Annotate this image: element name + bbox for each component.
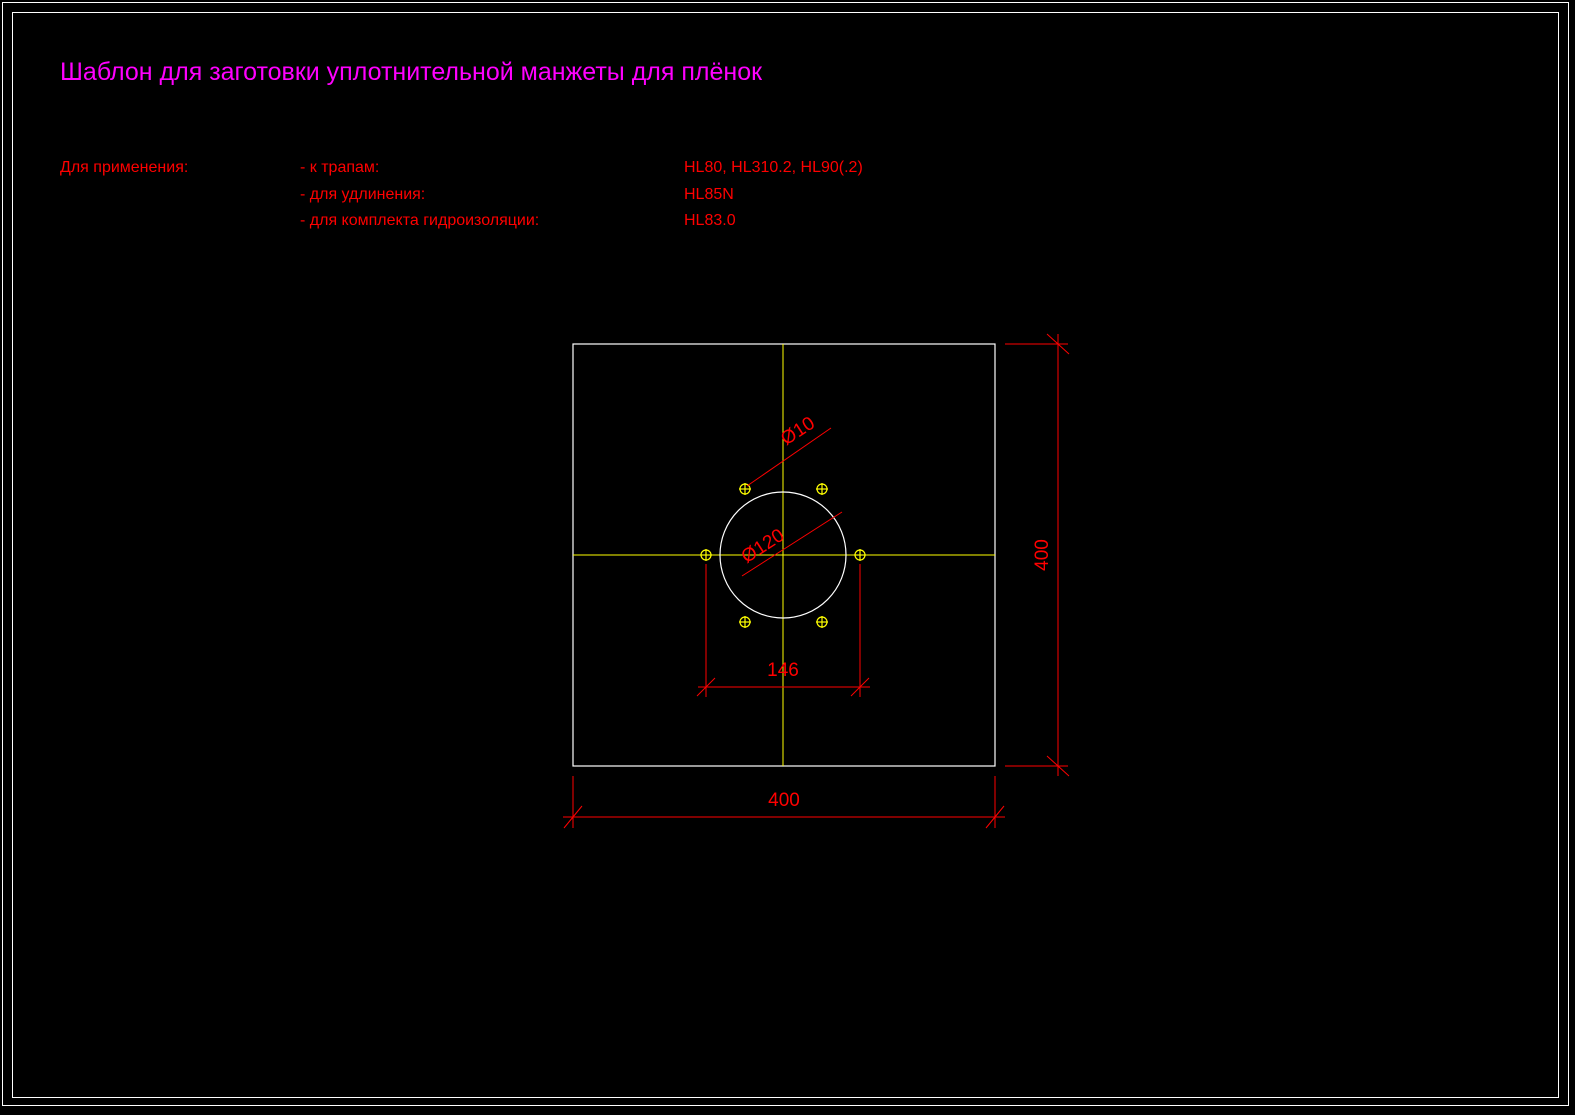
template-drawing: 400 400 146 Ø120 Ø10 xyxy=(563,333,1070,829)
bolt-hole-4 xyxy=(854,549,866,561)
bolt-hole-5 xyxy=(739,616,751,628)
bolt-hole-3 xyxy=(700,549,712,561)
center-diameter-text: Ø120 xyxy=(738,525,788,568)
hole-spacing-text: 146 xyxy=(767,660,799,681)
height-dimension-text: 400 xyxy=(1032,539,1053,571)
bolt-hole-2 xyxy=(816,483,828,495)
width-dimension-text: 400 xyxy=(768,790,800,811)
bolt-hole-6 xyxy=(816,616,828,628)
